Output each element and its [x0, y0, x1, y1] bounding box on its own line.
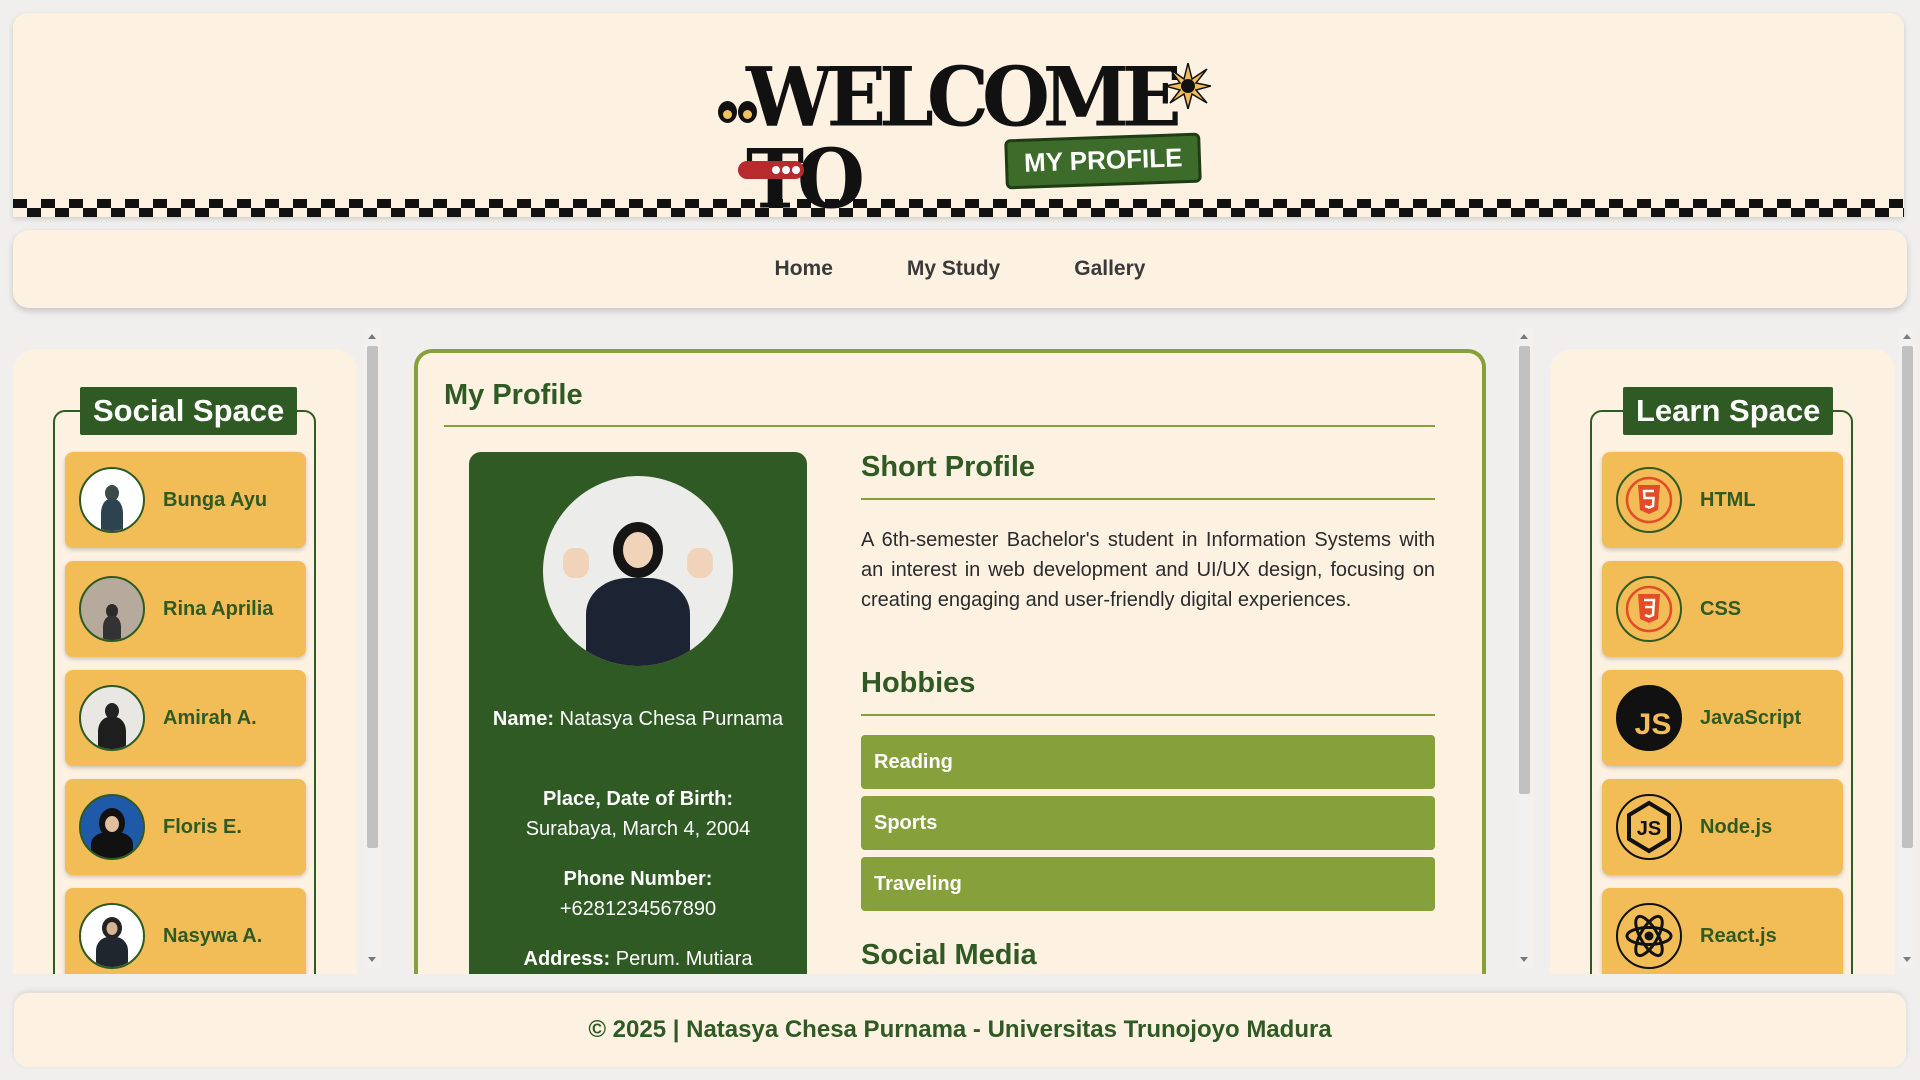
learn-card-javascript[interactable]: JS JavaScript — [1602, 670, 1843, 766]
title-divider — [444, 425, 1435, 427]
avatar — [79, 576, 145, 642]
learn-name: HTML — [1700, 488, 1756, 511]
avatar — [79, 685, 145, 751]
footer-copyright: © 2025 | Natasya Chesa Purnama - Univers… — [588, 1016, 1332, 1043]
learn-name: CSS — [1700, 597, 1742, 620]
address-label: Address: — [523, 948, 611, 970]
profile-card: Name: Natasya Chesa Purnama Place, Date … — [469, 452, 807, 974]
css3-icon — [1616, 576, 1682, 642]
main-nav: Home My Study Gallery — [13, 230, 1907, 308]
scroll-thumb[interactable] — [367, 346, 378, 848]
friend-card[interactable]: Amirah A. — [65, 670, 306, 766]
dots-icon — [738, 161, 804, 179]
learn-card-reactjs[interactable]: React.js — [1602, 888, 1843, 974]
learn-space-panel: Learn Space HTML CSS JS JavaScript JS No… — [1550, 349, 1895, 974]
short-profile-title: Short Profile — [861, 451, 1036, 483]
birth-value: Surabaya, March 4, 2004 — [525, 818, 751, 840]
page-title: My Profile — [444, 379, 583, 411]
friend-card[interactable]: Bunga Ayu — [65, 452, 306, 548]
social-space-panel: Social Space Bunga Ayu Rina Aprilia Amir… — [13, 349, 357, 974]
friend-card[interactable]: Floris E. — [65, 779, 306, 875]
hobby-item: Reading — [861, 735, 1435, 789]
address-value: Perum. Mutiara — [615, 948, 753, 970]
friend-name: Nasywa A. — [163, 924, 263, 947]
scroll-down-icon[interactable] — [368, 957, 376, 962]
birth-info: Place, Date of Birth: Surabaya, March 4,… — [489, 784, 787, 844]
javascript-icon: JS — [1616, 685, 1682, 751]
social-space-title: Social Space — [80, 387, 298, 435]
scroll-up-icon[interactable] — [368, 334, 376, 339]
welcome-logo: WELCOME TO MY PROFILE — [718, 53, 1218, 217]
learn-card-css[interactable]: CSS — [1602, 561, 1843, 657]
nav-gallery[interactable]: Gallery — [1074, 257, 1145, 281]
birth-label: Place, Date of Birth: — [542, 788, 734, 810]
friend-card[interactable]: Nasywa A. — [65, 888, 306, 974]
avatar — [79, 794, 145, 860]
phone-info: Phone Number: +6281234567890 — [489, 864, 787, 924]
learn-card-html[interactable]: HTML — [1602, 452, 1843, 548]
learn-name: JavaScript — [1700, 706, 1802, 729]
short-profile-text: A 6th-semester Bachelor's student in Inf… — [861, 529, 1435, 611]
learn-space-scrollbar[interactable] — [1899, 328, 1916, 968]
react-icon — [1616, 903, 1682, 969]
nav-my-study[interactable]: My Study — [907, 257, 1000, 281]
hobbies-title: Hobbies — [861, 667, 976, 699]
friend-name: Floris E. — [163, 815, 242, 838]
friend-name: Amirah A. — [163, 706, 257, 729]
hobby-item: Traveling — [861, 857, 1435, 911]
profile-panel: My Profile Name: Natasya Chesa Purnama P… — [414, 349, 1486, 974]
phone-value: +6281234567890 — [559, 898, 717, 920]
hobbies-divider — [861, 714, 1435, 716]
phone-label: Phone Number: — [563, 868, 713, 890]
scroll-up-icon[interactable] — [1520, 334, 1528, 339]
scroll-thumb[interactable] — [1902, 346, 1913, 848]
hobby-item: Sports — [861, 796, 1435, 850]
avatar — [79, 467, 145, 533]
friend-name: Bunga Ayu — [163, 488, 268, 511]
header-banner: WELCOME TO MY PROFILE — [13, 13, 1904, 217]
scroll-down-icon[interactable] — [1903, 957, 1911, 962]
svg-text:JS: JS — [1637, 818, 1661, 840]
html5-icon — [1616, 467, 1682, 533]
address-info: Address: Perum. Mutiara — [489, 944, 787, 974]
friend-card[interactable]: Rina Aprilia — [65, 561, 306, 657]
name-label: Name: — [492, 708, 555, 730]
avatar — [79, 903, 145, 969]
learn-name: React.js — [1700, 924, 1777, 947]
scroll-down-icon[interactable] — [1520, 957, 1528, 962]
logo-badge: MY PROFILE — [1004, 132, 1203, 190]
short-profile-divider — [861, 498, 1435, 500]
nodejs-icon: JS — [1616, 794, 1682, 860]
sun-icon — [1165, 63, 1211, 109]
profile-photo — [543, 476, 733, 666]
friend-name: Rina Aprilia — [163, 597, 274, 620]
scroll-thumb[interactable] — [1519, 346, 1530, 794]
nav-home[interactable]: Home — [775, 257, 833, 281]
scroll-up-icon[interactable] — [1903, 334, 1911, 339]
name-info: Name: Natasya Chesa Purnama — [489, 704, 787, 734]
main-scrollbar[interactable] — [1516, 328, 1533, 968]
name-value: Natasya Chesa Purnama — [559, 708, 784, 730]
learn-card-nodejs[interactable]: JS Node.js — [1602, 779, 1843, 875]
social-media-title: Social Media — [861, 939, 1037, 971]
learn-space-title: Learn Space — [1623, 387, 1834, 435]
footer: © 2025 | Natasya Chesa Purnama - Univers… — [14, 993, 1906, 1067]
checkered-border — [13, 199, 1904, 217]
learn-name: Node.js — [1700, 815, 1773, 838]
social-space-scrollbar[interactable] — [364, 328, 381, 968]
